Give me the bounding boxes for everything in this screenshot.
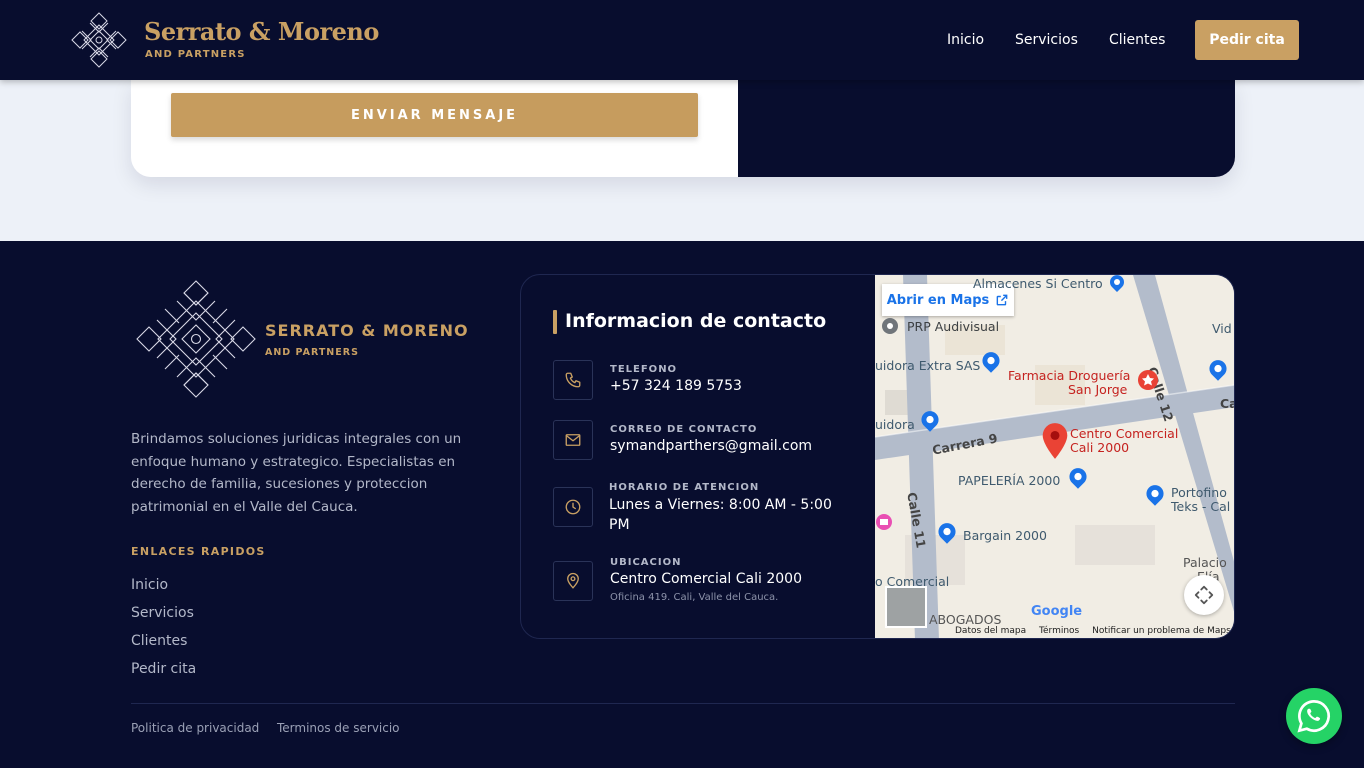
map-report-link[interactable]: Notificar un problema de Maps xyxy=(1092,626,1231,636)
phone-value[interactable]: +57 324 189 5753 xyxy=(610,378,742,394)
location-label: UBICACION xyxy=(610,557,682,568)
map-label-portofino-2: Teks - Cal xyxy=(1171,499,1231,514)
footer-brand-name: SERRATO & MORENO xyxy=(265,321,469,340)
poi-icon[interactable] xyxy=(937,523,957,545)
map-label-farmacia-1: Farmacia Droguería xyxy=(1008,368,1131,383)
location-pin-icon xyxy=(553,561,593,601)
shop-icon[interactable] xyxy=(875,513,893,531)
contact-info-card: Informacion de contacto TELEFONO +57 324… xyxy=(520,274,1235,639)
poi-icon[interactable] xyxy=(1109,275,1125,293)
google-map[interactable]: Abrir en Maps Almacenes Si Centro PRP Au… xyxy=(875,275,1234,638)
phone-label: TELEFONO xyxy=(610,364,678,375)
poi-icon[interactable] xyxy=(1068,468,1088,490)
phone-icon xyxy=(553,360,593,400)
poi-icon[interactable] xyxy=(920,411,940,433)
pharmacy-icon[interactable] xyxy=(1137,369,1159,391)
footer-link-servicios[interactable]: Servicios xyxy=(131,605,194,621)
nav-clientes[interactable]: Clientes xyxy=(1109,32,1165,48)
map-label-prp: PRP Audivisual xyxy=(907,319,1000,334)
map-label-portofino-1: Portofino xyxy=(1171,485,1227,500)
email-value[interactable]: symandparthers@gmail.com xyxy=(610,438,812,454)
location-marker-icon[interactable] xyxy=(1041,422,1069,460)
mail-icon xyxy=(553,420,593,460)
whatsapp-icon xyxy=(1297,700,1330,733)
terms-of-service-link[interactable]: Terminos de servicio xyxy=(277,721,400,735)
map-label-vid: Vid xyxy=(1212,321,1232,336)
pedir-cita-button[interactable]: Pedir cita xyxy=(1195,20,1299,60)
poi-icon[interactable] xyxy=(1208,360,1228,382)
brand-subtitle: AND PARTNERS xyxy=(145,49,246,60)
external-link-icon xyxy=(996,294,1008,306)
clock-icon xyxy=(553,487,593,527)
hours-label: HORARIO DE ATENCION xyxy=(609,482,760,493)
hours-value: Lunes a Viernes: 8:00 AM - 5:00 PM xyxy=(609,497,832,533)
footer-description: Brindamos soluciones juridicas integrale… xyxy=(131,431,462,516)
map-label-farmacia-2: San Jorge xyxy=(1068,382,1128,397)
logo-icon[interactable] xyxy=(70,11,128,69)
footer-link-clientes[interactable]: Clientes xyxy=(131,633,187,649)
nav-servicios[interactable]: Servicios xyxy=(1015,32,1078,48)
quick-links-title: ENLACES RAPIDOS xyxy=(131,545,266,558)
map-label-papeleria: PAPELERÍA 2000 xyxy=(958,473,1061,488)
form-side-panel xyxy=(738,80,1235,177)
footer-brand-subtitle: AND PARTNERS xyxy=(265,347,359,358)
google-logo: Google xyxy=(1031,604,1083,619)
map-label-abogados: ABOGADOS xyxy=(929,612,1002,627)
map-label-centro-2: Cali 2000 xyxy=(1070,440,1130,455)
map-attribution: Datos del mapa Términos Notificar un pro… xyxy=(955,626,1234,636)
footer-divider xyxy=(131,703,1235,704)
map-label-almacenes: Almacenes Si Centro xyxy=(973,276,1103,291)
footer-logo-icon xyxy=(136,280,256,398)
footer-link-pedir-cita[interactable]: Pedir cita xyxy=(131,661,196,677)
location-detail: Oficina 419. Cali, Valle del Cauca. xyxy=(610,592,779,603)
title-accent-bar xyxy=(553,310,557,334)
send-message-button[interactable]: ENVIAR MENSAJE xyxy=(171,93,698,137)
move-arrows-icon xyxy=(1194,585,1214,605)
map-label-uidora-extra: uidora Extra SAS xyxy=(875,358,981,373)
map-pan-control[interactable] xyxy=(1184,575,1224,615)
location-value: Centro Comercial Cali 2000 xyxy=(610,571,802,587)
contact-title: Informacion de contacto xyxy=(565,310,827,332)
map-label-bargain: Bargain 2000 xyxy=(963,528,1047,543)
contact-form-card: ENVIAR MENSAJE xyxy=(131,80,1235,177)
brand-name[interactable]: Serrato & Moreno xyxy=(144,17,379,46)
map-label-palacio-1: Palacio xyxy=(1183,555,1227,570)
map-terms-link[interactable]: Términos xyxy=(1039,626,1079,636)
satellite-toggle-thumbnail[interactable] xyxy=(885,586,927,628)
nav-inicio[interactable]: Inicio xyxy=(947,32,984,48)
map-label-uidora: uidora xyxy=(875,417,915,432)
form-panel: ENVIAR MENSAJE xyxy=(131,80,738,177)
privacy-policy-link[interactable]: Politica de privacidad xyxy=(131,721,259,735)
poi-icon[interactable] xyxy=(1145,485,1165,507)
footer-link-inicio[interactable]: Inicio xyxy=(131,577,168,593)
map-label-ca: Ca xyxy=(1220,396,1234,411)
site-header: Serrato & Moreno AND PARTNERS Inicio Ser… xyxy=(0,0,1364,80)
poi-icon[interactable] xyxy=(881,317,899,335)
email-label: CORREO DE CONTACTO xyxy=(610,424,758,435)
map-label-centro-1: Centro Comercial xyxy=(1070,426,1179,441)
open-in-maps-label: Abrir en Maps xyxy=(886,292,990,308)
map-data-link[interactable]: Datos del mapa xyxy=(955,626,1026,636)
whatsapp-button[interactable] xyxy=(1286,688,1342,744)
poi-icon[interactable] xyxy=(981,352,1001,374)
